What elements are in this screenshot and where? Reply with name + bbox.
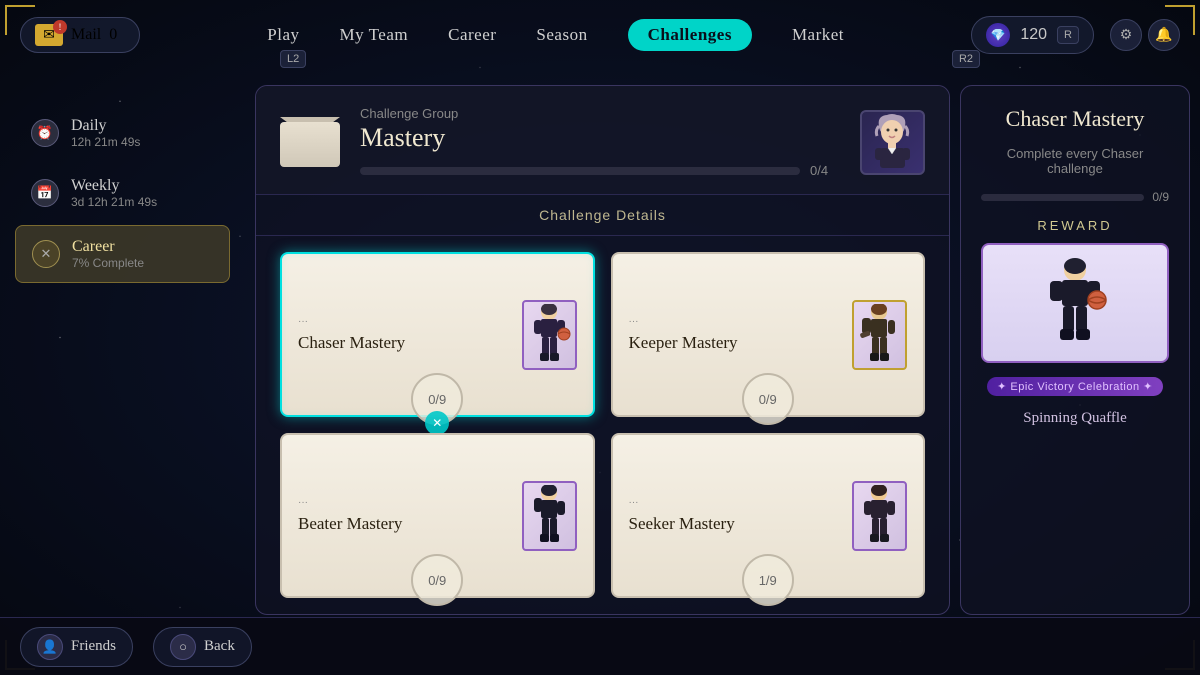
challenge-details-header: Challenge Details [256,195,949,236]
weekly-sublabel: 3d 12h 21m 49s [71,195,157,209]
nav-season[interactable]: Season [536,25,587,45]
beater-card-left: ··· Beater Mastery [298,497,402,534]
r-badge: R [1057,26,1079,44]
right-panel-progress: 0/9 [981,190,1169,204]
nav-challenges[interactable]: Challenges [628,19,752,51]
envelope-icon [280,117,340,167]
friends-button[interactable]: 👤 Friends [20,627,133,667]
help-icon[interactable]: 🔔 [1148,19,1180,51]
right-panel-subtitle: Complete every Chaser challenge [981,146,1169,176]
challenge-panel: Challenge Group Mastery 0/4 [255,85,950,615]
sidebar-item-daily[interactable]: ⏰ Daily 12h 21m 49s [15,105,230,161]
back-label: Back [204,638,235,655]
chaser-figure [527,304,572,366]
reward-figure [1040,258,1110,348]
challenge-card-keeper[interactable]: ··· Keeper Mastery [611,252,926,417]
reward-name: Spinning Quaffle [1023,410,1126,427]
currency-icon: 💎 [986,23,1010,47]
challenge-details-label: Challenge Details [539,207,666,223]
chaser-card-title: Chaser Mastery [298,333,405,353]
sidebar-text-career: Career 7% Complete [72,238,144,270]
reward-label: REWARD [981,218,1169,233]
mail-badge: ! [53,20,67,34]
currency-widget: 💎 120 R [971,16,1094,54]
daily-icon: ⏰ [31,119,59,147]
settings-icon[interactable]: ⚙ [1110,19,1142,51]
sidebar-text-weekly: Weekly 3d 12h 21m 49s [71,177,157,209]
seeker-card-left: ··· Seeker Mastery [629,497,735,534]
bottombar: 👤 Friends ○ Back [0,617,1200,675]
mail-count: 0 [109,26,117,44]
back-button[interactable]: ○ Back [153,627,252,667]
beater-progress: 0/9 [411,554,463,606]
right-panel-title: Chaser Mastery [1006,106,1145,132]
group-progress-text: 0/4 [810,163,840,178]
main-nav: Play My Team Career Season Challenges Ma… [267,19,844,51]
friends-icon: 👤 [37,634,63,660]
career-label: Career [72,238,144,256]
nav-myteam[interactable]: My Team [340,25,409,45]
right-panel: Chaser Mastery Complete every Chaser cha… [960,85,1190,615]
sidebar-text-daily: Daily 12h 21m 49s [71,117,140,149]
sidebar-item-weekly[interactable]: 📅 Weekly 3d 12h 21m 49s [15,165,230,221]
mail-label: Mail [71,26,101,44]
chaser-card-small-label: ··· [298,316,405,327]
main-content: ⏰ Daily 12h 21m 49s 📅 Weekly 3d 12h 21m … [0,85,1200,615]
group-progress-bar [360,167,800,175]
challenge-group-info: Challenge Group Mastery 0/4 [360,106,840,178]
topbar: ✉ ! Mail 0 Play My Team Career Season Ch… [0,0,1200,70]
nav-market[interactable]: Market [792,25,844,45]
topbar-action-icons: ⚙ 🔔 [1110,19,1180,51]
keeper-card-title: Keeper Mastery [629,333,738,353]
reward-card [981,243,1169,363]
weekly-icon: 📅 [31,179,59,207]
nav-play[interactable]: Play [267,25,299,45]
seeker-card-image [852,481,907,551]
reward-badge: ✦ Epic Victory Celebration ✦ [987,377,1163,396]
panel-header: Challenge Group Mastery 0/4 [256,86,949,195]
mail-icon: ✉ ! [35,24,63,46]
back-icon: ○ [170,634,196,660]
challenge-grid: ··· Chaser Mastery [256,236,949,614]
seeker-card-small-label: ··· [629,497,735,508]
keeper-card-small-label: ··· [629,316,738,327]
nav-career[interactable]: Career [448,25,496,45]
keeper-card-image [852,300,907,370]
challenge-card-seeker[interactable]: ··· Seeker Mastery [611,433,926,598]
keeper-figure [857,304,902,366]
challenge-group-title: Mastery [360,123,840,153]
character-avatar [860,110,925,175]
friends-label: Friends [71,638,116,655]
seeker-card-title: Seeker Mastery [629,514,735,534]
challenge-card-beater[interactable]: ··· Beater Mastery [280,433,595,598]
daily-label: Daily [71,117,140,135]
group-progress-container: 0/4 [360,163,840,178]
keeper-progress: 0/9 [742,373,794,425]
beater-card-small-label: ··· [298,497,402,508]
avatar-svg [865,112,920,172]
challenge-group-label: Challenge Group [360,106,840,121]
beater-card-title: Beater Mastery [298,514,402,534]
right-progress-bar [981,194,1144,201]
challenge-card-chaser[interactable]: ··· Chaser Mastery [280,252,595,417]
sidebar: ⏰ Daily 12h 21m 49s 📅 Weekly 3d 12h 21m … [0,85,245,615]
seeker-figure [857,485,902,547]
keeper-card-left: ··· Keeper Mastery [629,316,738,353]
weekly-label: Weekly [71,177,157,195]
chaser-selected-indicator: ✕ [425,411,449,435]
seeker-progress: 1/9 [742,554,794,606]
beater-card-image [522,481,577,551]
mail-widget[interactable]: ✉ ! Mail 0 [20,17,140,53]
currency-amount: 120 [1020,26,1047,44]
chaser-card-image [522,300,577,370]
sidebar-item-career[interactable]: ✕ Career 7% Complete [15,225,230,283]
envelope-body [280,122,340,167]
chaser-card-left: ··· Chaser Mastery [298,316,405,353]
beater-figure [527,485,572,547]
reward-section: REWARD [981,218,1169,363]
career-sublabel: 7% Complete [72,256,144,270]
right-progress-text: 0/9 [1152,190,1169,204]
career-icon: ✕ [32,240,60,268]
daily-sublabel: 12h 21m 49s [71,135,140,149]
